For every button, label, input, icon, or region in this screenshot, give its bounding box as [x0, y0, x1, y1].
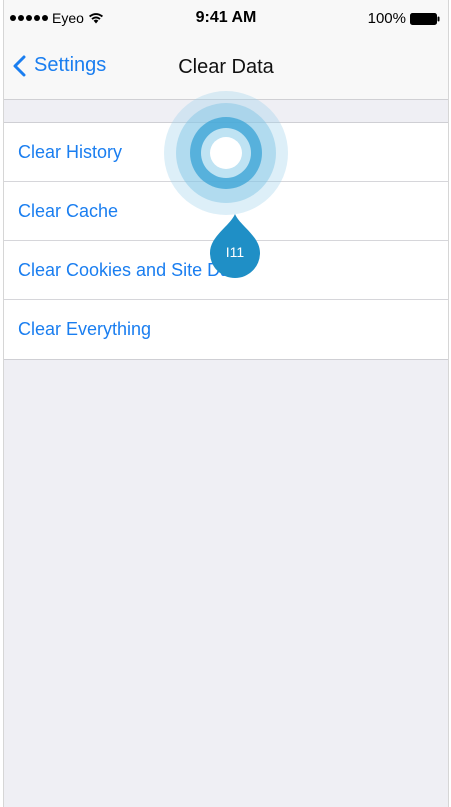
clear-cache-item[interactable]: Clear Cache: [4, 182, 448, 241]
status-bar: Eyeo 9:41 AM 100%: [4, 0, 448, 40]
battery-icon: [410, 12, 440, 25]
page-title: Clear Data: [178, 56, 274, 78]
battery-percent: 100%: [367, 10, 406, 27]
clear-everything-item[interactable]: Clear Everything: [4, 300, 448, 359]
clear-data-list: Clear History Clear Cache Clear Cookies …: [4, 122, 448, 360]
navigation-bar: Settings Clear Data: [4, 40, 448, 100]
status-right: 100%: [368, 10, 440, 27]
clear-cookies-item[interactable]: Clear Cookies and Site Data: [4, 241, 448, 300]
clear-history-item[interactable]: Clear History: [4, 123, 448, 182]
phone-screen: Eyeo 9:41 AM 100% Settings Clear Data Cl…: [3, 0, 449, 807]
